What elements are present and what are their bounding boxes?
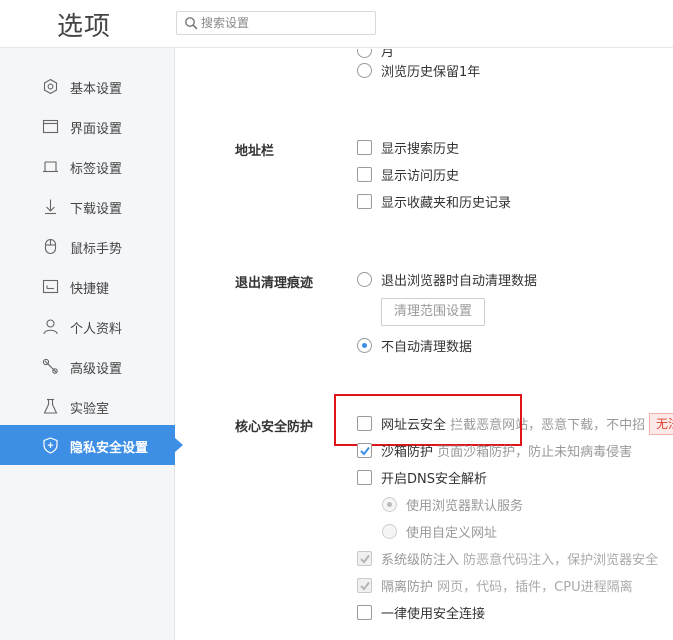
option-label: 不自动清理数据 <box>381 340 473 355</box>
option-label: 使用自定义网址 <box>406 526 498 541</box>
checkbox[interactable] <box>357 551 372 566</box>
checkbox[interactable] <box>357 194 372 209</box>
sidebar-item-mouse-gesture[interactable]: 鼠标手势 <box>0 226 175 266</box>
option-description: 页面沙箱防护，防止未知病毒侵害 <box>437 445 633 460</box>
search-icon <box>185 17 198 30</box>
radio-button[interactable] <box>357 338 372 353</box>
warning-tag: 无法 <box>649 413 673 435</box>
highlight-annotation-box <box>334 394 522 446</box>
radio-selected-dot <box>362 343 367 348</box>
flask-icon <box>43 398 58 414</box>
header: 选项 <box>0 0 673 48</box>
option-label: 显示访问历史 <box>381 169 460 184</box>
section-label-address-bar: 地址栏 <box>235 144 275 159</box>
option-description: 网页，代码，插件，CPU进程隔离 <box>437 580 633 595</box>
sidebar-item-label: 实验室 <box>70 402 110 417</box>
radio-button[interactable] <box>357 63 372 78</box>
search-box[interactable] <box>176 11 376 35</box>
user-icon <box>43 319 58 335</box>
checkbox[interactable] <box>357 443 372 458</box>
sidebar-item-privacy-security[interactable]: 隐私安全设置 <box>0 425 183 465</box>
section-label-exit-cleanup: 退出清理痕迹 <box>235 276 314 291</box>
sidebar-item-tabs[interactable]: 标签设置 <box>0 146 175 186</box>
sidebar-item-basic[interactable]: 基本设置 <box>0 66 175 106</box>
mouse-icon <box>44 238 57 255</box>
sidebar-item-label: 界面设置 <box>70 122 123 137</box>
checkmark-icon <box>360 446 370 456</box>
radio-button[interactable] <box>357 49 372 58</box>
sidebar-item-label: 个人资料 <box>70 322 123 337</box>
sidebar-item-label: 基本设置 <box>70 82 123 97</box>
option-label-group: 沙箱防护 页面沙箱防护，防止未知病毒侵害 <box>381 441 632 460</box>
sidebar-item-advanced[interactable]: 高级设置 <box>0 346 175 386</box>
sidebar: 基本设置 界面设置 标签设置 下载设置 鼠标手势 快捷键 个人资料 高级设置 实… <box>0 48 183 640</box>
wrench-icon <box>42 358 58 374</box>
option-label: 显示收藏夹和历史记录 <box>381 196 512 211</box>
page-title: 选项 <box>57 12 112 42</box>
radio-button[interactable] <box>382 497 397 512</box>
shield-plus-icon <box>43 437 58 454</box>
checkbox[interactable] <box>357 167 372 182</box>
checkbox[interactable] <box>357 140 372 155</box>
sidebar-item-label: 快捷键 <box>70 282 110 297</box>
option-label: 开启DNS安全解析 <box>381 472 487 487</box>
checkbox[interactable] <box>357 470 372 485</box>
checkbox[interactable] <box>357 605 372 620</box>
window-icon <box>42 119 59 134</box>
sidebar-item-lab[interactable]: 实验室 <box>0 386 175 426</box>
option-label: 使用浏览器默认服务 <box>406 499 524 514</box>
checkbox[interactable] <box>357 578 372 593</box>
option-title: 隔离防护 <box>381 580 434 595</box>
option-label: 浏览历史保留1年 <box>381 65 481 80</box>
sidebar-item-label: 隐私安全设置 <box>70 441 149 456</box>
radio-button[interactable] <box>357 272 372 287</box>
option-label-group: 系统级防注入 防恶意代码注入，保护浏览器安全 <box>381 549 658 568</box>
option-label: 退出浏览器时自动清理数据 <box>381 274 538 289</box>
download-icon <box>45 199 56 215</box>
option-title: 沙箱防护 <box>381 445 434 460</box>
checkmark-icon <box>360 554 370 564</box>
checkmark-icon <box>360 581 370 591</box>
sidebar-item-interface[interactable]: 界面设置 <box>0 106 175 146</box>
option-label-group: 隔离防护 网页，代码，插件，CPU进程隔离 <box>381 576 633 595</box>
hexagon-gear-icon <box>43 78 58 95</box>
radio-button[interactable] <box>382 524 397 539</box>
clean-range-settings-button[interactable]: 清理范围设置 <box>381 298 485 326</box>
sidebar-item-label: 标签设置 <box>70 162 123 177</box>
option-label: 显示搜索历史 <box>381 142 460 157</box>
keyboard-icon <box>42 279 59 294</box>
tab-icon <box>43 161 58 173</box>
option-label: 一律使用安全连接 <box>381 607 486 622</box>
sidebar-item-label: 高级设置 <box>70 362 123 377</box>
search-input[interactable] <box>201 14 371 32</box>
sidebar-item-label: 鼠标手势 <box>70 242 123 257</box>
option-title: 系统级防注入 <box>381 553 460 568</box>
sidebar-item-profile[interactable]: 个人资料 <box>0 306 175 346</box>
radio-selected-dot <box>387 502 392 507</box>
sidebar-item-label: 下载设置 <box>70 202 123 217</box>
option-description: 防恶意代码注入，保护浏览器安全 <box>463 553 659 568</box>
sidebar-item-shortcuts[interactable]: 快捷键 <box>0 266 175 306</box>
settings-content: 月 浏览历史保留1年 地址栏 显示搜索历史 显示访问历史 显示收藏夹和历史记录 … <box>176 49 673 640</box>
section-label-core-security: 核心安全防护 <box>235 420 314 435</box>
sidebar-item-download[interactable]: 下载设置 <box>0 186 175 226</box>
option-label: 月 <box>381 49 395 60</box>
